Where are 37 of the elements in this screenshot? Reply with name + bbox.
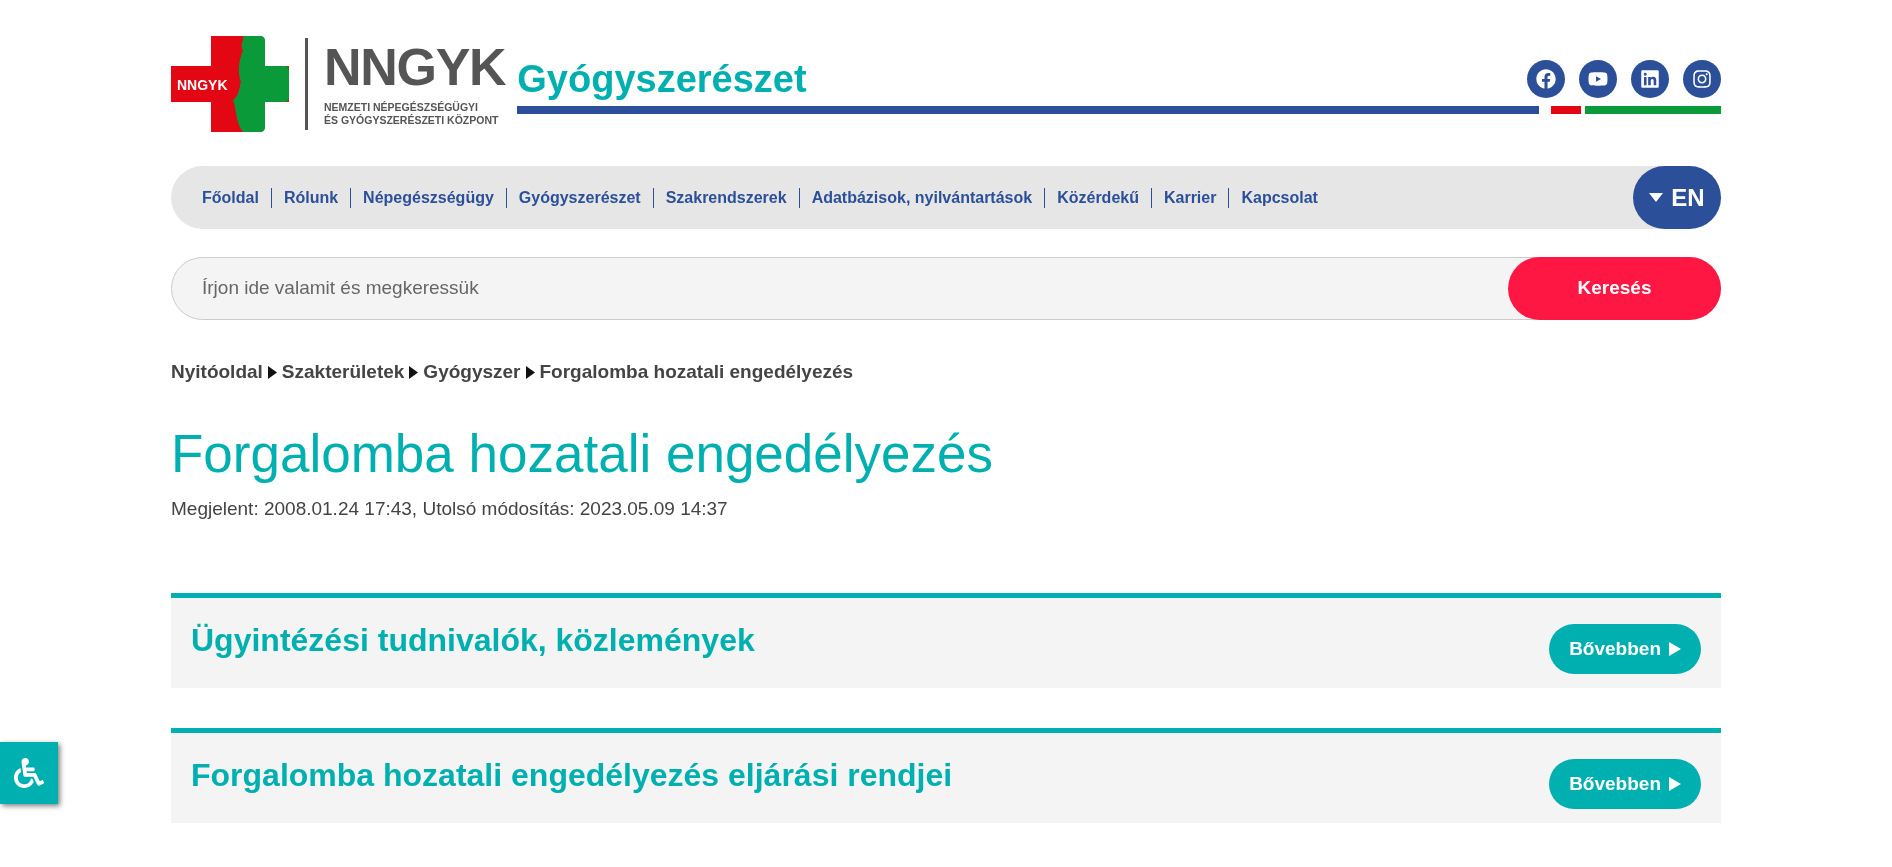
facebook-icon[interactable] [1527, 60, 1565, 98]
search-button[interactable]: Keresés [1508, 257, 1721, 320]
section-title: Gyógyszerészet [517, 60, 807, 98]
breadcrumb-link[interactable]: Nyitóoldal [171, 358, 263, 387]
breadcrumb-link[interactable]: Szakterületek [281, 358, 405, 387]
card-title: Ügyintézési tudnivalók, közlemények [191, 621, 755, 661]
wheelchair-icon [14, 758, 44, 788]
nav-link[interactable]: Népegészségügy [363, 185, 494, 210]
linkedin-icon[interactable] [1631, 60, 1669, 98]
breadcrumb-link[interactable]: Gyógyszer [423, 358, 521, 387]
play-icon [1669, 642, 1681, 657]
publish-dates: Megjelent: 2008.01.24 17:43, Utolsó módosítás: 2023.05.09 14:37 [171, 496, 729, 521]
language-button[interactable]: EN [1633, 166, 1721, 229]
breadcrumb-link[interactable]: Forgalomba hozatali engedélyezés [539, 358, 854, 387]
logo-subtitle: NEMZETI NÉPEGÉSZSÉGÜGYI [324, 100, 480, 114]
nav-link[interactable]: Rólunk [283, 185, 339, 210]
nav-link[interactable]: Közérdekű [1057, 185, 1139, 210]
nav-link[interactable]: Főoldal [202, 185, 259, 210]
page-title: Forgalomba hozatali engedélyezés [171, 422, 995, 485]
instagram-icon[interactable] [1683, 60, 1721, 98]
search-field[interactable]: Írjon ide valamit és megkeressük Keresés [171, 257, 1721, 320]
logo-cross-drawing: NNGYK [171, 36, 289, 132]
youtube-icon[interactable] [1579, 60, 1617, 98]
nav-link[interactable]: Szakrendszerek [665, 185, 787, 210]
card-title: Forgalomba hozatali engedélyezés eljárási rendjei [191, 756, 953, 796]
nav-link[interactable]: Kapcsolat [1241, 185, 1318, 210]
nav-link[interactable]: Adatbázisok, nyilvántartások [811, 185, 1033, 210]
arrow-icon [525, 365, 535, 379]
caret-icon [1649, 193, 1664, 202]
logo-subtitle: ÉS GYÓGYSZERÉSZETI KÖZPONT [324, 114, 500, 128]
arrow-icon [409, 365, 419, 379]
nav-link[interactable]: Gyógyszerészet [518, 185, 641, 210]
play-icon [1669, 777, 1681, 792]
arrow-icon [267, 365, 277, 379]
logo-title: NNGYK [324, 40, 506, 93]
accessibility-button[interactable] [0, 742, 58, 804]
nav-link[interactable]: Karrier [1163, 185, 1217, 210]
